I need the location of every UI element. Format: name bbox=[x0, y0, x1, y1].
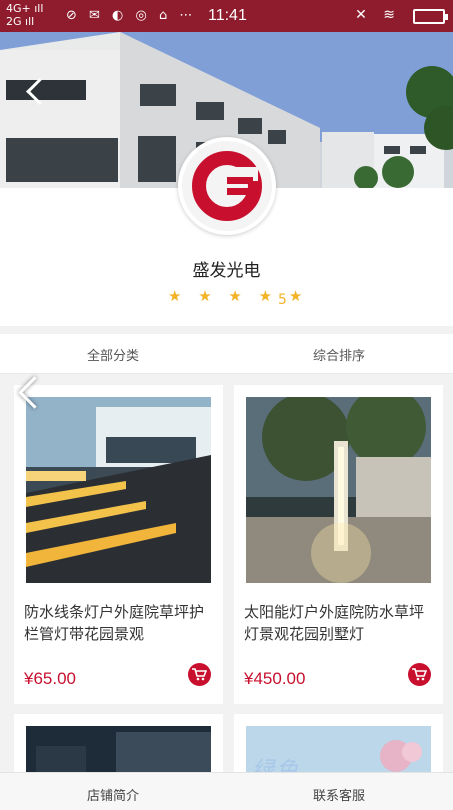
network-indicator: 4G+ ıll 2G ıll bbox=[6, 2, 44, 28]
store-name: 盛发光电 bbox=[192, 261, 261, 281]
store-logo bbox=[178, 137, 276, 235]
cart-icon bbox=[412, 668, 427, 681]
product-image bbox=[26, 397, 211, 583]
product-image bbox=[246, 397, 431, 583]
filter-tabs: 全部分类 综合排序 bbox=[0, 334, 453, 374]
cart-icon bbox=[192, 668, 207, 681]
status-bar: 4G+ ıll 2G ıll ⊘ ✉ ◐ ◎ ⌂ ⋯ 11:41 ✕ ≋ bbox=[0, 0, 453, 32]
product-title: 太阳能灯户外庭院防水草坪灯景观花园别墅灯 bbox=[244, 603, 425, 643]
notification-icons: ⊘ ✉ ◐ ◎ ⌂ ⋯ bbox=[66, 8, 197, 23]
logo-g-icon bbox=[192, 151, 262, 221]
tab-sort[interactable]: 综合排序 bbox=[226, 345, 452, 364]
product-image bbox=[26, 726, 211, 772]
contact-service-button[interactable]: 联系客服 bbox=[226, 785, 452, 804]
status-time: 11:41 bbox=[208, 7, 247, 24]
add-to-cart-button[interactable] bbox=[408, 663, 431, 686]
scroll-left-arrow[interactable] bbox=[12, 372, 42, 414]
product-card[interactable]: 太阳能灯户外庭院防水草坪灯景观花园别墅灯 ¥450.00 bbox=[234, 385, 443, 704]
product-card[interactable]: 防水线条灯户外庭院草坪护栏管灯带花园景观 ¥65.00 bbox=[14, 385, 223, 704]
rating-stars-icon: ★ ★ ★ ★ ★ bbox=[168, 287, 309, 305]
network-bottom-label: 2G bbox=[6, 15, 22, 28]
store-page: 4G+ ıll 2G ıll ⊘ ✉ ◐ ◎ ⌂ ⋯ 11:41 ✕ ≋ 盛发光… bbox=[0, 0, 453, 810]
add-to-cart-button[interactable] bbox=[188, 663, 211, 686]
battery-icon bbox=[413, 9, 448, 24]
network-top-label: 4G+ bbox=[6, 2, 31, 15]
system-icons: ✕ ≋ bbox=[355, 7, 401, 23]
rating-value: 5 bbox=[278, 292, 287, 308]
tab-all-categories[interactable]: 全部分类 bbox=[0, 345, 226, 364]
back-button[interactable] bbox=[22, 76, 48, 108]
product-title: 防水线条灯户外庭院草坪护栏管灯带花园景观 bbox=[24, 603, 205, 643]
store-intro-button[interactable]: 店铺简介 bbox=[0, 785, 226, 804]
bottom-bar: 店铺简介 联系客服 bbox=[0, 772, 453, 810]
product-price: ¥65.00 bbox=[24, 669, 76, 688]
product-price: ¥450.00 bbox=[244, 669, 306, 688]
product-card[interactable] bbox=[14, 714, 223, 772]
